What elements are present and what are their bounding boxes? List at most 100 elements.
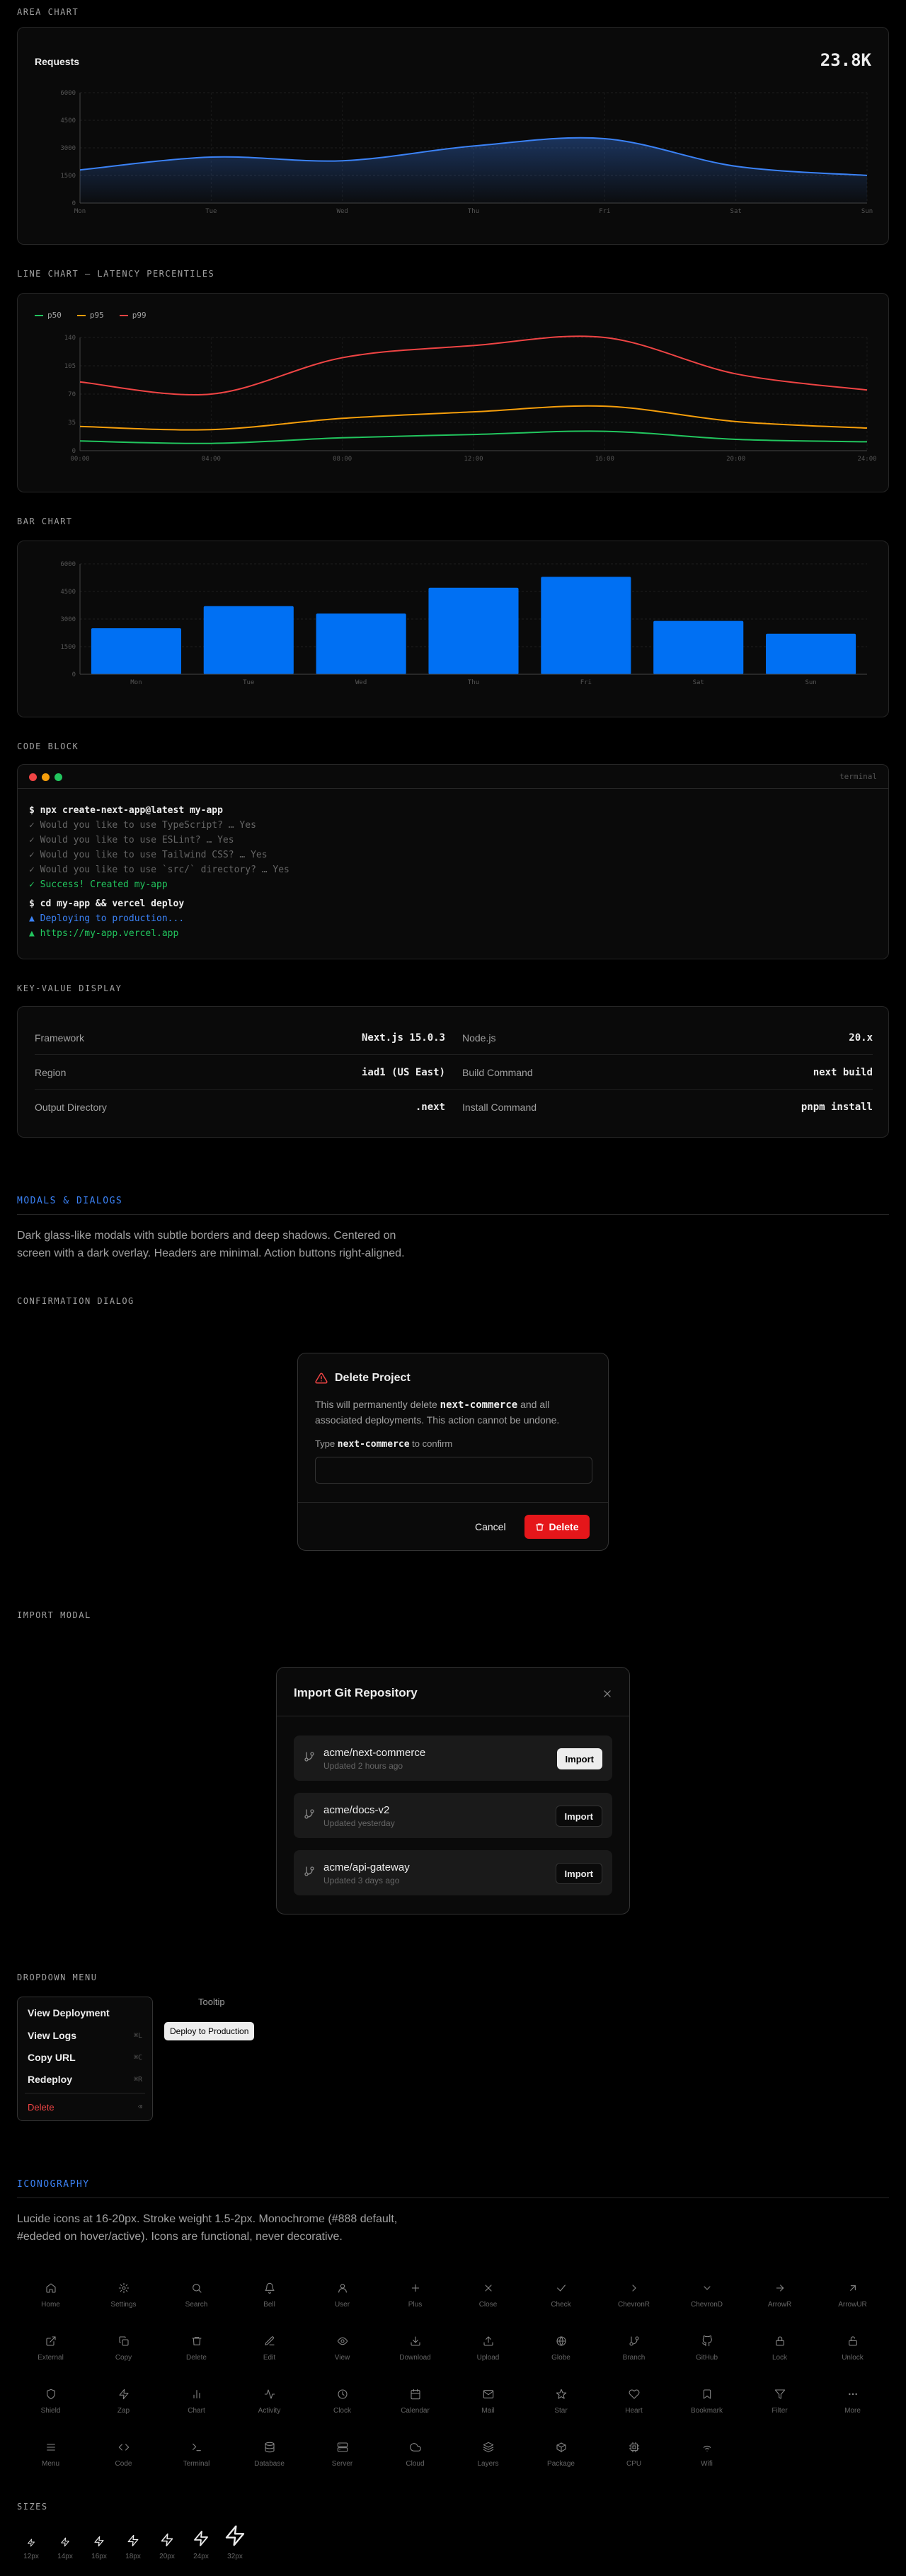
icon-tile-filter[interactable]: Filter [743,2389,816,2415]
chevronr-icon[interactable] [629,2282,640,2294]
icon-tile-settings[interactable]: Settings [87,2282,160,2309]
star-icon[interactable] [556,2389,567,2400]
icon-tile-code[interactable]: Code [87,2442,160,2468]
icon-tile-star[interactable]: Star [524,2389,597,2415]
bar-Thu[interactable] [428,587,519,674]
bar-Sat[interactable] [653,620,744,674]
copy-icon[interactable] [118,2335,130,2347]
icon-tile-zap[interactable]: Zap [87,2389,160,2415]
icon-tile-bell[interactable]: Bell [233,2282,306,2309]
icon-tile-chevrond[interactable]: ChevronD [670,2282,743,2309]
icon-tile-layers[interactable]: Layers [452,2442,524,2468]
icon-tile-calendar[interactable]: Calendar [379,2389,452,2415]
icon-tile-cloud[interactable]: Cloud [379,2442,452,2468]
icon-tile-lock[interactable]: Lock [743,2335,816,2362]
more-icon[interactable] [847,2389,859,2400]
icon-tile-wifi[interactable]: Wifi [670,2442,743,2468]
mail-icon[interactable] [483,2389,494,2400]
icon-tile-chevronr[interactable]: ChevronR [597,2282,670,2309]
icon-tile-package[interactable]: Package [524,2442,597,2468]
icon-tile-cpu[interactable]: CPU [597,2442,670,2468]
icon-tile-external[interactable]: External [14,2335,87,2362]
icon-tile-activity[interactable]: Activity [233,2389,306,2415]
icon-tile-more[interactable]: More [816,2389,889,2415]
icon-tile-plus[interactable]: Plus [379,2282,452,2309]
icon-tile-clock[interactable]: Clock [306,2389,379,2415]
server-icon[interactable] [337,2442,348,2453]
activity-icon[interactable] [264,2389,275,2400]
icon-tile-globe[interactable]: Globe [524,2335,597,2362]
chevrond-icon[interactable] [701,2282,713,2294]
view-icon[interactable] [337,2335,348,2347]
icon-tile-heart[interactable]: Heart [597,2389,670,2415]
bar-Tue[interactable] [203,606,294,674]
clock-icon[interactable] [337,2389,348,2400]
cancel-button[interactable]: Cancel [475,1515,506,1539]
menu-item-view-logs[interactable]: View Logs ⌘L [28,2028,142,2043]
code-icon[interactable] [118,2442,130,2453]
menu-item-view-deployment[interactable]: View Deployment [28,2006,142,2020]
edit-icon[interactable] [264,2335,275,2347]
layers-icon[interactable] [483,2442,494,2453]
plus-icon[interactable] [410,2282,421,2294]
globe-icon[interactable] [556,2335,567,2347]
calendar-icon[interactable] [410,2389,421,2400]
icon-tile-terminal[interactable]: Terminal [160,2442,233,2468]
icon-tile-branch[interactable]: Branch [597,2335,670,2362]
chart-icon[interactable] [191,2389,202,2400]
external-icon[interactable] [45,2335,57,2347]
icon-tile-bookmark[interactable]: Bookmark [670,2389,743,2415]
icon-tile-chart[interactable]: Chart [160,2389,233,2415]
close-icon[interactable] [602,1689,612,1699]
menu-icon[interactable] [45,2442,57,2453]
user-icon[interactable] [337,2282,348,2294]
bar-Mon[interactable] [91,628,181,674]
bookmark-icon[interactable] [701,2389,713,2400]
icon-tile-shield[interactable]: Shield [14,2389,87,2415]
icon-tile-home[interactable]: Home [14,2282,87,2309]
icon-tile-upload[interactable]: Upload [452,2335,524,2362]
icon-tile-edit[interactable]: Edit [233,2335,306,2362]
icon-tile-download[interactable]: Download [379,2335,452,2362]
menu-item-delete[interactable]: Delete ⌫ [28,2100,142,2114]
minimize-dot-icon[interactable] [42,773,50,781]
terminal-icon[interactable] [191,2442,202,2453]
cpu-icon[interactable] [629,2442,640,2453]
icon-tile-github[interactable]: GitHub [670,2335,743,2362]
import-button[interactable]: Import [555,1806,602,1827]
icon-tile-user[interactable]: User [306,2282,379,2309]
bar-Wed[interactable] [316,613,406,674]
icon-tile-view[interactable]: View [306,2335,379,2362]
maximize-dot-icon[interactable] [55,773,62,781]
heart-icon[interactable] [629,2389,640,2400]
close-icon[interactable] [483,2282,494,2294]
arrowr-icon[interactable] [774,2282,786,2294]
icon-tile-unlock[interactable]: Unlock [816,2335,889,2362]
icon-tile-database[interactable]: Database [233,2442,306,2468]
bar-Fri[interactable] [541,577,631,674]
cloud-icon[interactable] [409,2442,421,2453]
import-button[interactable]: Import [555,1863,602,1884]
settings-icon[interactable] [118,2282,130,2294]
search-icon[interactable] [191,2282,202,2294]
icon-tile-arrowur[interactable]: ArrowUR [816,2282,889,2309]
filter-icon[interactable] [774,2389,786,2400]
confirm-input[interactable] [315,1457,592,1484]
delete-button[interactable]: Delete [524,1515,590,1539]
icon-tile-search[interactable]: Search [160,2282,233,2309]
bell-icon[interactable] [264,2282,275,2294]
package-icon[interactable] [556,2442,567,2453]
icon-tile-copy[interactable]: Copy [87,2335,160,2362]
icon-tile-server[interactable]: Server [306,2442,379,2468]
menu-item-copy-url[interactable]: Copy URL ⌘C [28,2050,142,2064]
import-button[interactable]: Import [556,1748,602,1769]
lock-icon[interactable] [774,2335,786,2347]
delete-icon[interactable] [191,2335,202,2347]
icon-tile-mail[interactable]: Mail [452,2389,524,2415]
branch-icon[interactable] [629,2335,640,2347]
unlock-icon[interactable] [847,2335,859,2347]
menu-item-redeploy[interactable]: Redeploy ⌘R [28,2072,142,2086]
icon-tile-close[interactable]: Close [452,2282,524,2309]
icon-tile-menu[interactable]: Menu [14,2442,87,2468]
close-dot-icon[interactable] [29,773,37,781]
